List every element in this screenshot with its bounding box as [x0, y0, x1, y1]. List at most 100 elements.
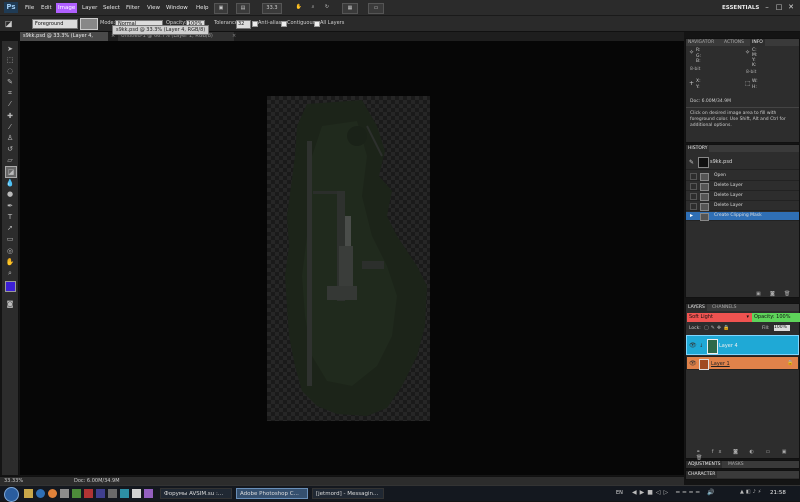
- menu-help[interactable]: Help: [194, 3, 211, 13]
- tab-adjustments[interactable]: ADJUSTMENTS: [686, 461, 723, 468]
- menu-window[interactable]: Window: [164, 3, 190, 13]
- history-step[interactable]: Delete Layer: [686, 192, 799, 201]
- eyedropper-tool-icon[interactable]: ⁄: [5, 99, 15, 109]
- quick-mask-icon[interactable]: ◙: [5, 299, 15, 309]
- menu-edit[interactable]: Edit: [39, 3, 54, 13]
- menu-image[interactable]: Image: [56, 3, 78, 13]
- taskbar-item-messenger[interactable]: [jetmord] - Messagin...: [312, 488, 384, 499]
- history-step[interactable]: Delete Layer: [686, 182, 799, 191]
- 3d-rotate-tool-icon[interactable]: ◎: [5, 246, 15, 256]
- move-tool-icon[interactable]: ➤: [5, 44, 15, 54]
- zoom-status[interactable]: 33.33%: [4, 478, 23, 484]
- history-state-checkbox[interactable]: [690, 173, 697, 180]
- hand-tool-icon[interactable]: ✋: [5, 257, 15, 267]
- history-state-checkbox[interactable]: ▸: [690, 213, 695, 219]
- tab-history[interactable]: HISTORY: [686, 145, 710, 152]
- history-state-checkbox[interactable]: [690, 203, 697, 210]
- workspace-switcher[interactable]: ESSENTIALS: [720, 3, 761, 13]
- taskbar-item-photoshop[interactable]: Adobe Photoshop C...: [236, 488, 308, 499]
- layer-opacity-control[interactable]: Opacity: 100%: [752, 313, 800, 322]
- menu-file[interactable]: File: [23, 3, 36, 13]
- path-select-tool-icon[interactable]: ➚: [5, 223, 15, 233]
- browser-icon[interactable]: [36, 489, 45, 498]
- history-state-checkbox[interactable]: [690, 193, 697, 200]
- language-indicator[interactable]: EN: [616, 490, 623, 496]
- history-trash-icon[interactable]: 🗑: [784, 291, 790, 297]
- app-icon-5[interactable]: [108, 489, 117, 498]
- layer-4-name[interactable]: Layer 4: [719, 343, 738, 349]
- pen-tool-icon[interactable]: ✒: [5, 201, 15, 211]
- media-controls[interactable]: ◀▶■◁▷ ━━━━ 🔊: [632, 489, 732, 498]
- app-icon-2[interactable]: [72, 489, 81, 498]
- tab-actions[interactable]: ACTIONS: [722, 39, 746, 46]
- visibility-eye-icon[interactable]: 👁: [689, 360, 697, 367]
- blur-tool-icon[interactable]: 💧: [5, 178, 15, 188]
- tab-character[interactable]: CHARACTER: [686, 471, 718, 478]
- system-tray-icons[interactable]: ▲◧♪⚡: [740, 489, 763, 495]
- foreground-color-swatch[interactable]: [5, 281, 16, 292]
- maximize-icon[interactable]: □: [774, 2, 784, 12]
- menu-layer[interactable]: Layer: [80, 3, 99, 13]
- screen-mode-icon[interactable]: ▭: [368, 3, 384, 14]
- app-icon-6[interactable]: [120, 489, 129, 498]
- tab-channels[interactable]: CHANNELS: [710, 304, 739, 311]
- lasso-tool-icon[interactable]: ◌: [5, 66, 15, 76]
- layer-row-layer-4[interactable]: 👁 ↓ Layer 4: [686, 335, 799, 355]
- lock-options-icon[interactable]: ▢✎✥🔒: [704, 325, 731, 331]
- app-icon-7[interactable]: [132, 489, 141, 498]
- rotate-view-icon[interactable]: ↻: [322, 3, 332, 12]
- clone-stamp-tool-icon[interactable]: ♙: [5, 133, 15, 143]
- history-state-checkbox[interactable]: [690, 183, 697, 190]
- history-new-doc-icon[interactable]: ▣: [756, 291, 761, 297]
- brush-tool-icon[interactable]: ⁄: [5, 122, 15, 132]
- shape-tool-icon[interactable]: ▭: [5, 234, 15, 244]
- view-extras-icon[interactable]: ▤: [236, 3, 250, 14]
- hand-icon[interactable]: ✋: [294, 3, 304, 12]
- quick-select-tool-icon[interactable]: ✎: [5, 77, 15, 87]
- history-snapshot[interactable]: ✎ s9kk.psd: [686, 155, 799, 170]
- media-icon[interactable]: [48, 489, 57, 498]
- pattern-picker[interactable]: [80, 18, 98, 30]
- tab-masks[interactable]: MASKS: [726, 461, 746, 468]
- document-canvas[interactable]: [267, 96, 430, 421]
- paint-bucket-tool-icon[interactable]: ◪: [5, 166, 17, 178]
- history-snapshot-icon[interactable]: ◙: [770, 291, 775, 297]
- history-step[interactable]: Open: [686, 172, 799, 181]
- visibility-eye-icon[interactable]: 👁: [689, 342, 697, 349]
- tab-layers[interactable]: LAYERS: [686, 304, 707, 311]
- tab-s9kk[interactable]: s9kk.psd @ 33.3% (Layer 4, RGB/8): [20, 32, 108, 48]
- close-icon[interactable]: ✕: [786, 2, 796, 12]
- zoom-tool-icon[interactable]: ⌕: [5, 268, 15, 278]
- tab-navigator[interactable]: NAVIGATOR: [686, 39, 716, 46]
- app-icon-3[interactable]: [84, 489, 93, 498]
- tab-untitled-close-icon[interactable]: ×: [229, 32, 241, 41]
- tab-info[interactable]: INFO: [750, 39, 765, 46]
- menu-select[interactable]: Select: [101, 3, 122, 13]
- tolerance-field[interactable]: 32: [236, 20, 251, 29]
- history-brush-tool-icon[interactable]: ↺: [5, 144, 15, 154]
- history-step[interactable]: Delete Layer: [686, 202, 799, 211]
- folder-icon[interactable]: [24, 489, 33, 498]
- paint-bucket-icon[interactable]: ◪: [5, 19, 16, 28]
- fill-field[interactable]: 100%: [774, 325, 790, 331]
- zoom-level-field[interactable]: 33.3: [262, 3, 282, 14]
- minimize-icon[interactable]: –: [762, 2, 772, 12]
- fill-source-select[interactable]: Foreground: [32, 19, 78, 29]
- crop-tool-icon[interactable]: ⌗: [5, 88, 15, 98]
- blend-mode-select[interactable]: Soft Light ▾: [687, 313, 752, 322]
- marquee-tool-icon[interactable]: ⬚: [5, 55, 15, 65]
- layer-1-name[interactable]: Layer 1: [711, 361, 730, 367]
- history-step[interactable]: ▸ Create Clipping Mask: [686, 212, 799, 221]
- taskbar-item-forum[interactable]: Форумы AVSIM.su :...: [160, 488, 232, 499]
- layer-row-layer-1[interactable]: 👁 Layer 1 🔒: [686, 356, 799, 370]
- arrange-documents-icon[interactable]: ▦: [342, 3, 358, 14]
- eraser-tool-icon[interactable]: ▱: [5, 155, 15, 165]
- canvas-area[interactable]: [20, 41, 684, 475]
- zoom-tool-icon[interactable]: ⌕: [308, 3, 318, 12]
- app-icon-4[interactable]: [96, 489, 105, 498]
- app-icon-8[interactable]: [144, 489, 153, 498]
- app-icon-1[interactable]: [60, 489, 69, 498]
- type-tool-icon[interactable]: T: [5, 212, 15, 222]
- menu-view[interactable]: View: [145, 3, 162, 13]
- menu-filter[interactable]: Filter: [124, 3, 142, 13]
